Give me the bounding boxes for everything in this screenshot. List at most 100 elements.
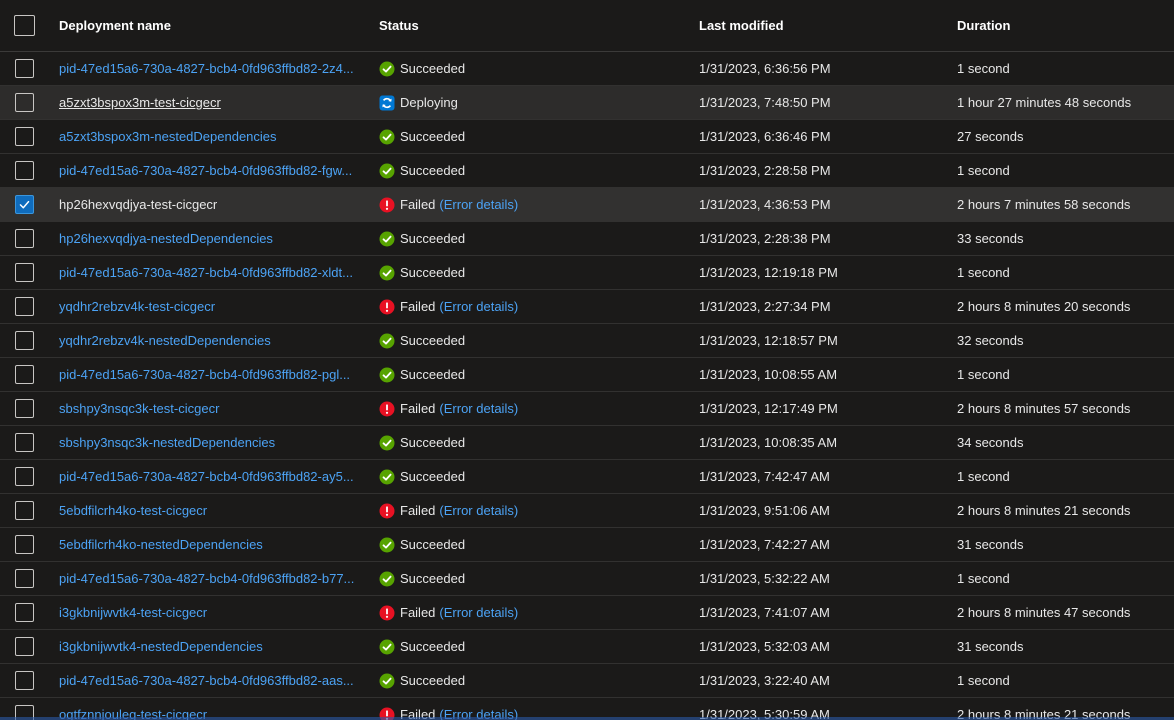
- deployment-name-link[interactable]: a5zxt3bspox3m-nestedDependencies: [59, 129, 277, 144]
- error-details-link[interactable]: (Error details): [439, 605, 518, 620]
- deployment-name-link[interactable]: hp26hexvqdjya-nestedDependencies: [59, 231, 273, 246]
- status-cell: Succeeded: [379, 129, 699, 145]
- row-checkbox[interactable]: [15, 59, 34, 78]
- column-header-name[interactable]: Deployment name: [59, 18, 379, 33]
- success-check-icon: [379, 163, 395, 179]
- status-cell: Succeeded: [379, 469, 699, 485]
- row-checkbox[interactable]: [15, 501, 34, 520]
- error-details-link[interactable]: (Error details): [439, 401, 518, 416]
- status-text: Failed: [400, 401, 436, 416]
- table-row[interactable]: 5ebdfilcrh4ko-test-cicgecr Failed (Error d…: [0, 494, 1174, 528]
- table-row[interactable]: pid-47ed15a6-730a-4827-bcb4-0fd963ffbd82…: [0, 664, 1174, 698]
- error-details-link[interactable]: (Error details): [439, 197, 518, 212]
- status-cell: Succeeded: [379, 367, 699, 383]
- last-modified-cell: 1/31/2023, 12:17:49 PM: [699, 401, 838, 416]
- table-row[interactable]: a5zxt3bspox3m-test-cicgecr Deploying 1/31/…: [0, 86, 1174, 120]
- deployment-name-link[interactable]: pid-47ed15a6-730a-4827-bcb4-0fd963ffbd82…: [59, 265, 353, 280]
- deployment-name-link[interactable]: pid-47ed15a6-730a-4827-bcb4-0fd963ffbd82…: [59, 367, 350, 382]
- row-checkbox[interactable]: [15, 195, 34, 214]
- success-check-icon: [379, 265, 395, 281]
- success-check-icon: [379, 571, 395, 587]
- table-row[interactable]: 5ebdfilcrh4ko-nestedDependencies Succeede…: [0, 528, 1174, 562]
- table-row[interactable]: pid-47ed15a6-730a-4827-bcb4-0fd963ffbd82…: [0, 358, 1174, 392]
- last-modified-cell: 1/31/2023, 7:48:50 PM: [699, 95, 831, 110]
- deployment-name-link[interactable]: pid-47ed15a6-730a-4827-bcb4-0fd963ffbd82…: [59, 571, 354, 586]
- success-check-icon: [379, 129, 395, 145]
- error-icon: [379, 299, 395, 315]
- table-row[interactable]: pid-47ed15a6-730a-4827-bcb4-0fd963ffbd82…: [0, 154, 1174, 188]
- row-checkbox[interactable]: [15, 467, 34, 486]
- duration-cell: 2 hours 8 minutes 21 seconds: [957, 503, 1131, 518]
- row-checkbox[interactable]: [15, 637, 34, 656]
- deployment-name-link[interactable]: i3gkbnijwvtk4-test-cicgecr: [59, 605, 207, 620]
- table-row[interactable]: pid-47ed15a6-730a-4827-bcb4-0fd963ffbd82…: [0, 562, 1174, 596]
- status-cell: Failed (Error details): [379, 503, 699, 519]
- deployment-name-link[interactable]: a5zxt3bspox3m-test-cicgecr: [59, 95, 221, 110]
- row-checkbox[interactable]: [15, 603, 34, 622]
- error-details-link[interactable]: (Error details): [439, 299, 518, 314]
- deployment-name-link[interactable]: pid-47ed15a6-730a-4827-bcb4-0fd963ffbd82…: [59, 673, 354, 688]
- row-checkbox[interactable]: [15, 331, 34, 350]
- duration-cell: 1 second: [957, 367, 1010, 382]
- duration-cell: 27 seconds: [957, 129, 1024, 144]
- row-checkbox[interactable]: [15, 127, 34, 146]
- deployment-name-link[interactable]: i3gkbnijwvtk4-nestedDependencies: [59, 639, 263, 654]
- duration-cell: 32 seconds: [957, 333, 1024, 348]
- table-row[interactable]: hp26hexvqdjya-test-cicgecr Failed (Error d…: [0, 188, 1174, 222]
- row-checkbox[interactable]: [15, 297, 34, 316]
- row-checkbox[interactable]: [15, 433, 34, 452]
- status-text: Succeeded: [400, 333, 466, 348]
- success-check-icon: [379, 333, 395, 349]
- row-checkbox[interactable]: [15, 569, 34, 588]
- deployment-name-link[interactable]: pid-47ed15a6-730a-4827-bcb4-0fd963ffbd82…: [59, 163, 352, 178]
- status-cell: Failed (Error details): [379, 605, 699, 621]
- row-checkbox[interactable]: [15, 229, 34, 248]
- deployment-name-link[interactable]: yqdhr2rebzv4k-test-cicgecr: [59, 299, 215, 314]
- last-modified-cell: 1/31/2023, 12:18:57 PM: [699, 333, 838, 348]
- last-modified-cell: 1/31/2023, 4:36:53 PM: [699, 197, 831, 212]
- table-row[interactable]: sbshpy3nsqc3k-test-cicgecr Failed (Error d…: [0, 392, 1174, 426]
- status-text: Succeeded: [400, 673, 466, 688]
- table-row[interactable]: a5zxt3bspox3m-nestedDependencies Succeede…: [0, 120, 1174, 154]
- deployment-name-link[interactable]: pid-47ed15a6-730a-4827-bcb4-0fd963ffbd82…: [59, 469, 354, 484]
- deployment-name-link[interactable]: 5ebdfilcrh4ko-nestedDependencies: [59, 537, 263, 552]
- row-checkbox[interactable]: [15, 93, 34, 112]
- error-icon: [379, 503, 395, 519]
- last-modified-cell: 1/31/2023, 9:51:06 AM: [699, 503, 830, 518]
- table-row[interactable]: i3gkbnijwvtk4-nestedDependencies Succeede…: [0, 630, 1174, 664]
- table-row[interactable]: yqdhr2rebzv4k-test-cicgecr Failed (Error d…: [0, 290, 1174, 324]
- deployment-name-link[interactable]: hp26hexvqdjya-test-cicgecr: [59, 197, 217, 212]
- deployment-name-link[interactable]: sbshpy3nsqc3k-nestedDependencies: [59, 435, 275, 450]
- status-text: Succeeded: [400, 367, 466, 382]
- error-details-link[interactable]: (Error details): [439, 503, 518, 518]
- column-header-duration[interactable]: Duration: [957, 18, 1174, 33]
- grid-rows: pid-47ed15a6-730a-4827-bcb4-0fd963ffbd82…: [0, 52, 1174, 720]
- deployment-name-link[interactable]: sbshpy3nsqc3k-test-cicgecr: [59, 401, 219, 416]
- last-modified-cell: 1/31/2023, 10:08:55 AM: [699, 367, 838, 382]
- row-checkbox[interactable]: [15, 263, 34, 282]
- table-row[interactable]: i3gkbnijwvtk4-test-cicgecr Failed (Error d…: [0, 596, 1174, 630]
- row-checkbox[interactable]: [15, 161, 34, 180]
- deployment-name-link[interactable]: 5ebdfilcrh4ko-test-cicgecr: [59, 503, 207, 518]
- status-text: Succeeded: [400, 435, 466, 450]
- status-cell: Succeeded: [379, 231, 699, 247]
- table-row[interactable]: pid-47ed15a6-730a-4827-bcb4-0fd963ffbd82…: [0, 460, 1174, 494]
- row-checkbox[interactable]: [15, 365, 34, 384]
- row-checkbox[interactable]: [15, 399, 34, 418]
- row-checkbox[interactable]: [15, 671, 34, 690]
- column-header-last-modified[interactable]: Last modified: [699, 18, 957, 33]
- deployment-name-link[interactable]: yqdhr2rebzv4k-nestedDependencies: [59, 333, 271, 348]
- table-row[interactable]: yqdhr2rebzv4k-nestedDependencies Succeede…: [0, 324, 1174, 358]
- status-cell: Failed (Error details): [379, 197, 699, 213]
- table-row[interactable]: sbshpy3nsqc3k-nestedDependencies Succeede…: [0, 426, 1174, 460]
- table-row[interactable]: pid-47ed15a6-730a-4827-bcb4-0fd963ffbd82…: [0, 52, 1174, 86]
- column-header-status[interactable]: Status: [379, 18, 699, 33]
- row-checkbox[interactable]: [15, 535, 34, 554]
- table-row[interactable]: hp26hexvqdjya-nestedDependencies Succeede…: [0, 222, 1174, 256]
- deployment-name-link[interactable]: pid-47ed15a6-730a-4827-bcb4-0fd963ffbd82…: [59, 61, 354, 76]
- last-modified-cell: 1/31/2023, 2:28:58 PM: [699, 163, 831, 178]
- status-cell: Succeeded: [379, 673, 699, 689]
- success-check-icon: [379, 537, 395, 553]
- select-all-checkbox[interactable]: [14, 15, 35, 36]
- table-row[interactable]: pid-47ed15a6-730a-4827-bcb4-0fd963ffbd82…: [0, 256, 1174, 290]
